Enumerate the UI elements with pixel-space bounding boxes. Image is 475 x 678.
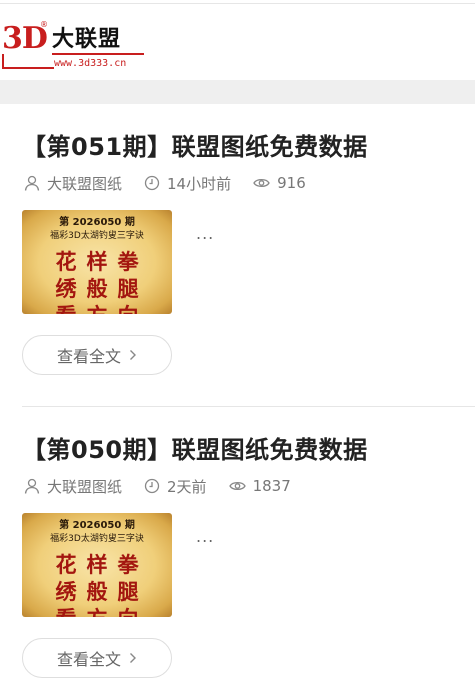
read-more-button[interactable]: 查看全文 bbox=[22, 335, 172, 375]
site-logo[interactable]: 3D ® 大联盟 www.3d333.cn bbox=[2, 20, 152, 74]
eye-icon bbox=[253, 178, 270, 188]
post-meta: 大联盟图纸 2天前 1837 bbox=[24, 476, 291, 496]
logo-url: www.3d333.cn bbox=[54, 58, 127, 69]
thumbnail-verse-line: 看方向 bbox=[22, 300, 172, 314]
post-meta: 大联盟图纸 14小时前 916 bbox=[24, 173, 306, 193]
post-author-name: 大联盟图纸 bbox=[47, 174, 123, 193]
logo-frame-bottom bbox=[2, 67, 54, 69]
post-views: 916 bbox=[253, 174, 306, 192]
post-time-text: 2天前 bbox=[167, 477, 207, 496]
post-thumbnail[interactable]: 第 2026050 期 福彩3D太湖钓叟三字诀 花样拳 绣般腿 看方向 bbox=[22, 210, 172, 314]
logo-name: 大联盟 bbox=[52, 27, 122, 52]
logo-frame-left bbox=[2, 54, 4, 68]
user-icon bbox=[24, 478, 40, 494]
post-divider bbox=[22, 406, 475, 407]
read-more-label: 查看全文 bbox=[56, 347, 121, 366]
post-views-count: 1837 bbox=[252, 477, 291, 495]
thumbnail-verse-line: 花样拳 bbox=[55, 552, 149, 577]
post-author-name: 大联盟图纸 bbox=[47, 477, 123, 496]
post-time-text: 14小时前 bbox=[167, 174, 232, 193]
post-excerpt: ... bbox=[196, 527, 215, 546]
chevron-right-icon bbox=[130, 653, 136, 663]
post-title[interactable]: 【第051期】联盟图纸免费数据 bbox=[22, 132, 368, 162]
clock-icon bbox=[144, 175, 160, 191]
post-thumbnail[interactable]: 第 2026050 期 福彩3D太湖钓叟三字诀 花样拳 绣般腿 看方向 bbox=[22, 513, 172, 617]
thumbnail-verse-line: 绣般腿 bbox=[55, 579, 149, 604]
site-header: 3D ® 大联盟 www.3d333.cn bbox=[0, 4, 475, 80]
post-views-count: 916 bbox=[277, 174, 306, 192]
post-time: 2天前 bbox=[144, 476, 207, 497]
thumbnail-subtitle: 福彩3D太湖钓叟三字诀 bbox=[50, 534, 144, 544]
logo-underline bbox=[52, 53, 144, 55]
post-time: 14小时前 bbox=[144, 173, 231, 194]
user-icon bbox=[24, 175, 40, 191]
chevron-right-icon bbox=[130, 350, 136, 360]
read-more-label: 查看全文 bbox=[56, 650, 121, 669]
thumbnail-issue-number: 第 2026050 期 bbox=[59, 217, 135, 228]
post-views: 1837 bbox=[228, 477, 291, 495]
eye-icon bbox=[228, 481, 246, 491]
thumbnail-issue-number: 第 2026050 期 bbox=[59, 520, 135, 531]
header-separator-band bbox=[0, 80, 475, 104]
thumbnail-verse-line: 花样拳 bbox=[55, 249, 149, 274]
thumbnail-verse-line: 看方向 bbox=[22, 603, 172, 617]
logo-registered-mark: ® bbox=[40, 20, 48, 29]
read-more-button[interactable]: 查看全文 bbox=[22, 638, 172, 678]
clock-icon bbox=[144, 478, 160, 494]
post-author[interactable]: 大联盟图纸 bbox=[24, 476, 122, 497]
post-author[interactable]: 大联盟图纸 bbox=[24, 173, 122, 194]
post-excerpt: ... bbox=[196, 224, 215, 243]
post-title[interactable]: 【第050期】联盟图纸免费数据 bbox=[22, 435, 368, 465]
thumbnail-verse-line: 绣般腿 bbox=[55, 276, 149, 301]
thumbnail-subtitle: 福彩3D太湖钓叟三字诀 bbox=[50, 231, 144, 241]
